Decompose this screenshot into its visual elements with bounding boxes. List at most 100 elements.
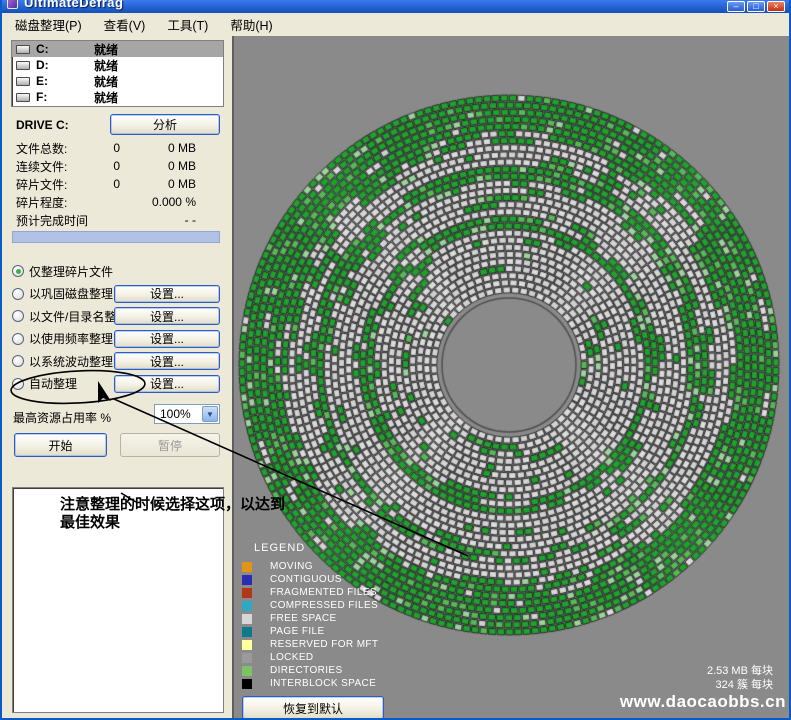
drive-icon: [16, 93, 30, 102]
maximize-button[interactable]: □: [747, 1, 765, 12]
drive-row-F[interactable]: F: 就绪: [12, 89, 223, 105]
method-label: 自动整理: [29, 375, 77, 392]
radio-method-0[interactable]: [12, 265, 24, 277]
legend-swatch: [242, 562, 252, 572]
drive-icon: [16, 45, 30, 54]
drive-letter: E:: [36, 74, 62, 88]
drive-row-E[interactable]: E: 就绪: [12, 73, 223, 89]
method-row-2: 以文件/目录名整理设置...: [2, 307, 234, 325]
legend-label: FRAGMENTED FILES: [270, 587, 377, 598]
chevron-down-icon[interactable]: ▼: [202, 406, 218, 422]
drive-list[interactable]: C:就绪D: 就绪 E: 就绪 F: 就绪: [11, 40, 224, 107]
legend-entry-1: CONTIGUOUS: [242, 573, 378, 586]
legend-label: INTERBLOCK SPACE: [270, 678, 376, 689]
annotation-text: 注意整理的时候选择这项，以达到 最佳效果: [60, 496, 285, 531]
method-row-1: 以巩固磁盘整理设置...: [2, 285, 234, 303]
minimize-button[interactable]: –: [727, 1, 745, 12]
resource-usage-select[interactable]: 100% ▼: [154, 404, 220, 424]
resource-usage-value: 100%: [155, 407, 202, 421]
settings-button-5[interactable]: 设置...: [114, 375, 220, 393]
stat-size: 0 MB: [120, 141, 196, 155]
method-label: 以系统波动整理: [29, 353, 113, 370]
drive-status: 就绪: [94, 57, 118, 74]
settings-button-4[interactable]: 设置...: [114, 352, 220, 370]
start-button[interactable]: 开始: [14, 433, 107, 457]
legend-label: COMPRESSED FILES: [270, 600, 378, 611]
title-bar[interactable]: UltimateDefrag – □ ×: [2, 0, 789, 13]
settings-button-2[interactable]: 设置...: [114, 307, 220, 325]
stat-row-2: 碎片文件:00 MB: [2, 175, 234, 193]
legend-label: FREE SPACE: [270, 613, 337, 624]
legend-swatch: [242, 653, 252, 663]
stat-label: 碎片文件:: [16, 176, 104, 193]
drive-status: 就绪: [94, 89, 118, 106]
method-row-0: 仅整理碎片文件: [2, 262, 234, 280]
radio-method-2[interactable]: [12, 310, 24, 322]
legend-swatch: [242, 575, 252, 585]
close-button[interactable]: ×: [767, 1, 785, 12]
legend-label: DIRECTORIES: [270, 665, 343, 676]
menu-item-1[interactable]: 查看(V): [93, 12, 157, 37]
stat-count: 0: [104, 177, 120, 191]
method-label: 以巩固磁盘整理: [29, 285, 113, 302]
pause-button: 暂停: [120, 433, 220, 457]
method-row-4: 以系统波动整理设置...: [2, 352, 234, 370]
drive-title: DRIVE C:: [16, 118, 69, 132]
resource-usage-label: 最高资源占用率 %: [13, 409, 111, 426]
method-row-3: 以使用频率整理设置...: [2, 330, 234, 348]
legend-entry-8: DIRECTORIES: [242, 664, 378, 677]
legend-label: CONTIGUOUS: [270, 574, 342, 585]
legend-label: LOCKED: [270, 652, 314, 663]
method-label: 以使用频率整理: [29, 330, 113, 347]
drive-stats: 文件总数:00 MB连续文件:00 MB碎片文件:00 MB碎片程度:0.000…: [2, 139, 234, 229]
drive-icon: [16, 61, 30, 70]
defrag-method-options: 仅整理碎片文件以巩固磁盘整理设置...以文件/目录名整理设置...以使用频率整理…: [2, 262, 234, 397]
method-label: 仅整理碎片文件: [29, 263, 113, 280]
drive-row-D[interactable]: D: 就绪: [12, 57, 223, 73]
stat-size: 0 MB: [120, 159, 196, 173]
legend-entry-9: INTERBLOCK SPACE: [242, 677, 378, 690]
radio-method-4[interactable]: [12, 355, 24, 367]
stat-size: 0.000 %: [120, 195, 196, 209]
watermark-text: www.daocaobbs.cn: [620, 692, 786, 712]
drive-letter: F:: [36, 90, 62, 104]
app-icon: [7, 0, 18, 9]
settings-button-1[interactable]: 设置...: [114, 285, 220, 303]
stat-row-1: 连续文件:00 MB: [2, 157, 234, 175]
stat-count: 0: [104, 141, 120, 155]
drive-row-C[interactable]: C:就绪: [12, 41, 223, 57]
restore-default-button[interactable]: 恢复到默认: [242, 696, 384, 720]
legend-swatch: [242, 601, 252, 611]
drive-letter: D:: [36, 58, 62, 72]
radio-method-1[interactable]: [12, 288, 24, 300]
stat-count: 0: [104, 159, 120, 173]
legend-swatch: [242, 679, 252, 689]
analyze-button[interactable]: 分析: [110, 114, 220, 135]
legend-swatch: [242, 614, 252, 624]
legend-title: LEGEND: [254, 542, 378, 554]
app-window: UltimateDefrag – □ × 磁盘整理(P)查看(V)工具(T)帮助…: [0, 0, 791, 720]
stat-label: 连续文件:: [16, 158, 104, 175]
legend-label: MOVING: [270, 561, 313, 572]
radio-method-3[interactable]: [12, 333, 24, 345]
block-info: 2.53 MB 每块 324 簇 每块: [707, 664, 773, 692]
legend-entry-5: PAGE FILE: [242, 625, 378, 638]
panel-separator: [232, 36, 234, 718]
legend-entry-4: FREE SPACE: [242, 612, 378, 625]
window-title: UltimateDefrag: [24, 0, 123, 10]
menu-item-2[interactable]: 工具(T): [156, 12, 219, 37]
stat-label: 预计完成时间: [16, 212, 104, 229]
stat-row-3: 碎片程度:0.000 %: [2, 193, 234, 211]
menu-item-0[interactable]: 磁盘整理(P): [4, 12, 93, 37]
radio-method-5[interactable]: [12, 378, 24, 390]
settings-button-3[interactable]: 设置...: [114, 330, 220, 348]
stat-row-4: 预计完成时间- -: [2, 211, 234, 229]
legend-swatch: [242, 627, 252, 637]
stat-label: 文件总数:: [16, 140, 104, 157]
stat-size: 0 MB: [120, 177, 196, 191]
menu-item-3[interactable]: 帮助(H): [219, 12, 283, 37]
legend-entry-7: LOCKED: [242, 651, 378, 664]
drive-status: 就绪: [94, 41, 118, 58]
drive-status: 就绪: [94, 73, 118, 90]
control-panel: C:就绪D:就绪E:就绪F:就绪 DRIVE C: 分析 文件总数:00 MB连…: [2, 36, 234, 718]
